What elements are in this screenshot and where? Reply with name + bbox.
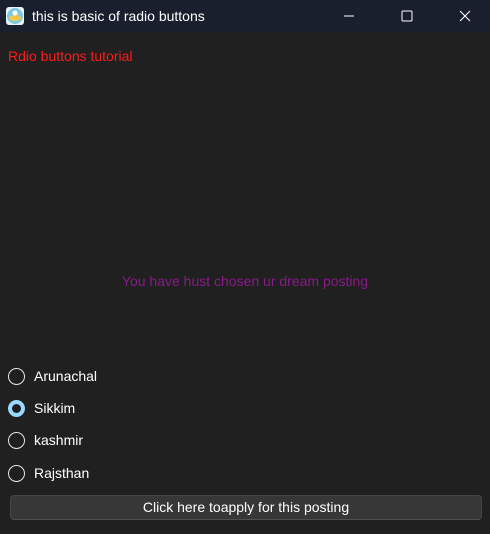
radio-circle[interactable] (8, 367, 25, 385)
radio-circle[interactable] (8, 431, 25, 449)
radio-rajsthan[interactable]: Rajsthan (8, 462, 89, 484)
status-label: You have hust chosen ur dream posting (121, 273, 369, 289)
maximize-button[interactable] (384, 0, 430, 32)
app-icon (6, 7, 24, 25)
close-button[interactable] (442, 0, 488, 32)
title-bar[interactable]: this is basic of radio buttons (0, 0, 490, 32)
radio-arunachal[interactable]: Arunachal (8, 365, 97, 387)
apply-button[interactable]: Click here toapply for this posting (10, 495, 482, 520)
radio-label: Arunachal (34, 368, 98, 384)
radio-kashmir[interactable]: kashmir (8, 429, 83, 451)
window-title: this is basic of radio buttons (32, 8, 205, 24)
radio-label: Sikkim (34, 400, 76, 416)
heading-label: Rdio buttons tutorial (8, 48, 133, 64)
radio-label: Rajsthan (34, 465, 90, 481)
app-window: this is basic of radio buttons Rdio butt… (0, 0, 490, 534)
radio-sikkim[interactable]: Sikkim (8, 397, 75, 419)
radio-circle[interactable] (8, 464, 25, 482)
radio-circle[interactable] (8, 399, 25, 417)
maximize-icon (401, 10, 413, 22)
minimize-button[interactable] (326, 0, 372, 32)
close-icon (459, 10, 471, 22)
radio-label: kashmir (34, 432, 84, 448)
minimize-icon (344, 15, 354, 17)
